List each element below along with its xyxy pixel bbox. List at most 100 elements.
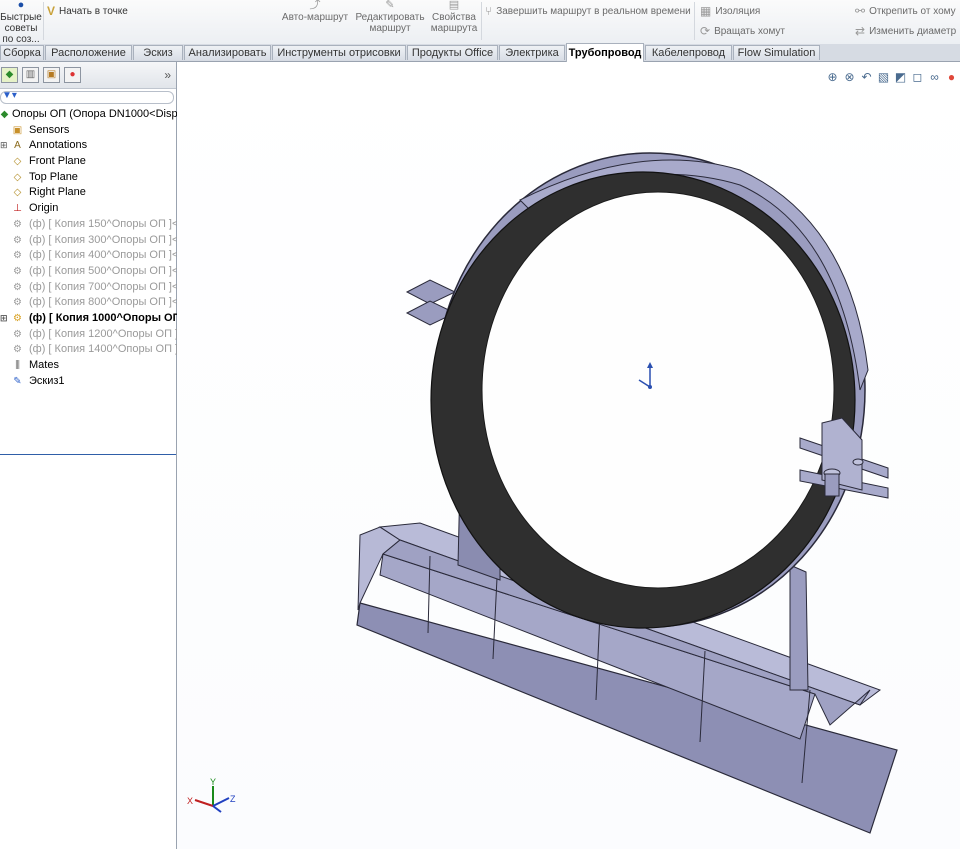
command-manager-ribbon: ● Быстрые советы по соз... V Начать в точ…: [0, 0, 960, 45]
feature-manager-panel: ◆ ▥ ▣ ● » ▼▾ ◆ Опоры ОП (Опора DN1000<Di…: [0, 62, 191, 849]
isolation-icon: ▦: [700, 4, 712, 18]
tree-rollback-bar[interactable]: [0, 454, 176, 455]
start-at-point-label: Начать в точке: [59, 6, 128, 18]
detach-clamp-icon: ⚯: [855, 6, 866, 18]
tree-item-label: Front Plane: [29, 155, 86, 168]
part-icon: ⚙: [13, 250, 22, 262]
finish-route-button[interactable]: ⑂ Завершить маршрут в реальном времени: [485, 5, 691, 18]
tree-item-label: Origin: [29, 202, 59, 215]
feature-tree-tab[interactable]: ◆: [1, 67, 18, 83]
expand-panel-icon[interactable]: »: [164, 68, 171, 82]
tree-item[interactable]: ▣ Sensors: [0, 123, 176, 139]
tab-electrical[interactable]: Электрика: [499, 45, 565, 60]
tree-item[interactable]: ⚙ (ф) [ Копия 700^Опоры ОП ]<: [0, 280, 179, 296]
tab-markup-tools[interactable]: Инструменты отрисовки: [272, 45, 406, 60]
expand-toggle-icon[interactable]: ⊞: [0, 138, 8, 154]
edit-route-label: Редактировать маршрут: [355, 12, 425, 34]
edit-route-button[interactable]: ✎ Редактировать маршрут: [352, 0, 428, 34]
ribbon-separator: [43, 2, 44, 40]
tree-item[interactable]: ⊞ A Annotations: [0, 138, 176, 154]
property-manager-tab[interactable]: ▥: [22, 67, 39, 83]
rotate-clamp-button[interactable]: ⟳ Вращать хомут: [700, 24, 786, 38]
pipe-support-3d-model[interactable]: [177, 62, 960, 849]
tree-item-label: (ф) [ Копия 800^Опоры ОП ]<: [29, 296, 179, 309]
tree-item[interactable]: ⚙ (ф) [ Копия 400^Опоры ОП ]<: [0, 248, 179, 264]
tree-item[interactable]: ⚙ (ф) [ Копия 1400^Опоры ОП ]-: [0, 342, 182, 358]
part-icon: ⚙: [13, 281, 22, 293]
tree-item[interactable]: ⚙ (ф) [ Копия 150^Опоры ОП ]<: [0, 217, 179, 233]
rotate-clamp-label: Вращать хомут: [714, 26, 786, 38]
tree-item[interactable]: ⚙ (ф) [ Копия 800^Опоры ОП ]<: [0, 295, 179, 311]
start-at-point-button[interactable]: V Начать в точке: [47, 4, 128, 18]
tree-item[interactable]: ⫼ Mates: [0, 358, 176, 374]
tree-filter-input[interactable]: ▼▾: [0, 90, 174, 104]
tab-piping[interactable]: Трубопровод: [566, 43, 644, 62]
route-properties-icon: ▤: [448, 0, 460, 11]
route-start-icon: V: [47, 4, 56, 18]
tree-item-label: (ф) [ Копия 700^Опоры ОП ]<: [29, 280, 179, 293]
tab-layout[interactable]: Расположение: [45, 45, 132, 60]
auto-route-button[interactable]: ⤴ Авто-маршрут: [281, 0, 349, 23]
origin-icon: ⊥: [13, 203, 22, 215]
tree-item-label: (ф) [ Копия 500^Опоры ОП ]<: [29, 264, 179, 277]
sensor-icon: ▣: [12, 124, 23, 136]
tree-item-label: (ф) [ Копия 1000^Опоры ОП ]·: [29, 311, 191, 324]
assembly-icon: ◆: [0, 109, 9, 120]
plane-icon: ◇: [13, 156, 22, 168]
panel-toolbar: ◆ ▥ ▣ ● »: [0, 62, 176, 89]
tree-item[interactable]: ⊞ ⚙ (ф) [ Копия 1000^Опоры ОП ]·: [0, 311, 191, 327]
triad-z-label: Z: [230, 794, 236, 804]
tree-root-label: Опоры ОП (Опора DN1000<Displ: [12, 108, 181, 120]
tree-item[interactable]: ✎ Эскиз1: [0, 374, 176, 390]
part-icon: ⚙: [13, 297, 22, 309]
change-diameter-button[interactable]: ⇄ Изменить диаметр: [855, 26, 960, 37]
finish-route-label: Завершить маршрут в реальном времени: [496, 6, 691, 18]
detach-clamp-button[interactable]: ⚯ Открепить от хому: [855, 6, 960, 17]
plane-icon: ◇: [13, 187, 22, 199]
tab-evaluate[interactable]: Анализировать: [184, 45, 271, 60]
tree-item[interactable]: ◇ Right Plane: [0, 185, 176, 201]
configuration-manager-tab[interactable]: ▣: [43, 67, 60, 83]
tree-item[interactable]: ⊥ Origin: [0, 201, 176, 217]
feature-tree-icon: ◆: [5, 69, 14, 80]
tree-item-label: Sensors: [29, 123, 70, 136]
tree-item-label: Эскиз1: [29, 374, 65, 387]
display-icon: ●: [69, 69, 76, 80]
tree-item-label: (ф) [ Копия 400^Опоры ОП ]<: [29, 249, 179, 262]
mates-icon: ⫼: [15, 360, 20, 371]
tree-item[interactable]: ⚙ (ф) [ Копия 1200^Опоры ОП ]-: [0, 327, 182, 343]
tab-conduit[interactable]: Кабелепровод: [645, 45, 732, 60]
tree-item[interactable]: ⚙ (ф) [ Копия 500^Опоры ОП ]<: [0, 264, 179, 280]
detach-clamp-label: Открепить от хому: [869, 6, 956, 18]
quick-tips-button[interactable]: ● Быстрые советы по соз...: [0, 0, 42, 45]
tree-item-label: Annotations: [29, 139, 88, 152]
edit-route-icon: ✎: [385, 0, 395, 11]
tree-item[interactable]: ◇ Front Plane: [0, 154, 176, 170]
auto-route-label: Авто-маршрут: [281, 12, 349, 23]
rotate-clamp-icon: ⟳: [700, 24, 711, 38]
ribbon-separator: [481, 2, 482, 40]
route-properties-button[interactable]: ▤ Свойства маршрута: [428, 0, 480, 34]
isolation-label: Изоляция: [715, 6, 761, 18]
tree-item[interactable]: ⚙ (ф) [ Копия 300^Опоры ОП ]<: [0, 233, 178, 249]
annotation-icon: A: [14, 140, 21, 152]
tab-flow-simulation[interactable]: Flow Simulation: [733, 45, 820, 60]
triad-y-label: Y: [210, 777, 216, 787]
part-icon: ⚙: [13, 312, 22, 324]
route-properties-label: Свойства маршрута: [430, 12, 478, 34]
configuration-icon: ▣: [46, 69, 57, 80]
isolation-button[interactable]: ▦ Изоляция: [700, 4, 761, 18]
tab-sketch[interactable]: Эскиз: [133, 45, 183, 60]
info-icon: ●: [17, 0, 25, 11]
part-icon: ⚙: [13, 265, 22, 277]
expand-toggle-icon[interactable]: ⊞: [0, 311, 8, 327]
tree-item-label: Mates: [29, 359, 59, 371]
display-manager-tab[interactable]: ●: [64, 67, 81, 83]
tab-assembly[interactable]: Сборка: [0, 45, 44, 60]
change-diameter-icon: ⇄: [855, 26, 866, 38]
tree-item-label: (ф) [ Копия 150^Опоры ОП ]<: [29, 217, 179, 230]
tree-item-label: (ф) [ Копия 1400^Опоры ОП ]-: [29, 343, 182, 356]
tree-root-assembly[interactable]: ◆ Опоры ОП (Опора DN1000<Displ: [0, 107, 180, 123]
tab-office-products[interactable]: Продукты Office: [407, 45, 498, 60]
tree-item[interactable]: ◇ Top Plane: [0, 170, 176, 186]
